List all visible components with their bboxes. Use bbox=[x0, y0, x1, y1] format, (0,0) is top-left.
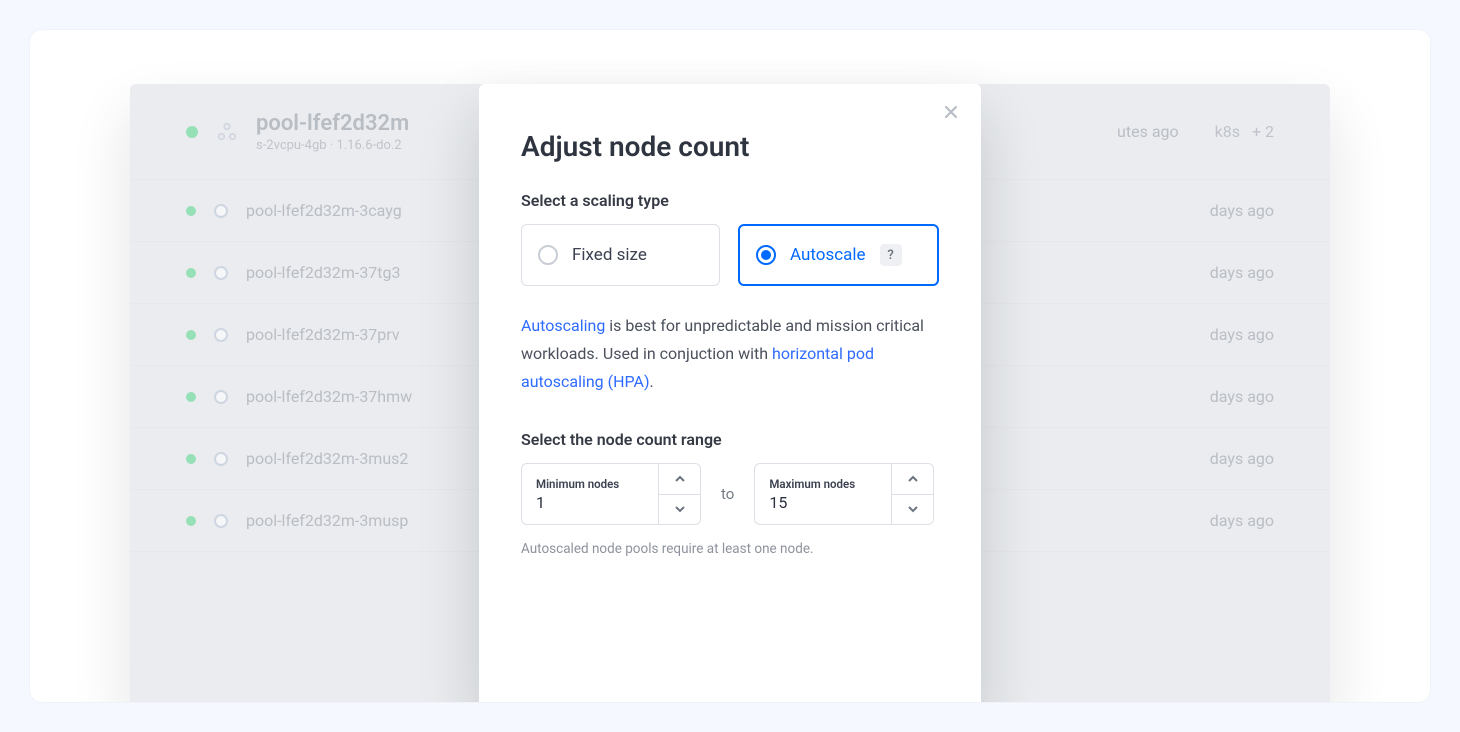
node-icon bbox=[214, 452, 228, 466]
node-name: pool-lfef2d32m-37hmw bbox=[246, 387, 412, 406]
status-dot-icon bbox=[186, 126, 198, 138]
max-nodes-increment[interactable] bbox=[892, 464, 933, 495]
autoscale-option[interactable]: Autoscale ? bbox=[738, 224, 939, 286]
node-range-hint: Autoscaled node pools require at least o… bbox=[521, 541, 939, 557]
range-separator: to bbox=[721, 485, 734, 503]
pool-age: utes ago bbox=[1117, 122, 1179, 141]
radio-icon bbox=[756, 245, 776, 265]
node-icon bbox=[214, 328, 228, 342]
node-age: days ago bbox=[1210, 449, 1274, 468]
node-icon bbox=[214, 266, 228, 280]
max-nodes-value: 15 bbox=[769, 493, 877, 512]
help-icon[interactable]: ? bbox=[880, 244, 902, 266]
node-name: pool-lfef2d32m-37prv bbox=[246, 325, 400, 344]
fixed-size-label: Fixed size bbox=[572, 245, 647, 265]
node-name: pool-lfef2d32m-37tg3 bbox=[246, 263, 401, 282]
pool-icon bbox=[216, 121, 238, 143]
close-icon[interactable] bbox=[941, 102, 961, 122]
min-nodes-decrement[interactable] bbox=[659, 495, 700, 525]
scaling-type-group: Fixed size Autoscale ? bbox=[521, 224, 939, 286]
min-nodes-label: Minimum nodes bbox=[536, 477, 644, 491]
node-icon bbox=[214, 390, 228, 404]
node-count-range-label: Select the node count range bbox=[521, 430, 939, 449]
pool-name: pool-lfef2d32m bbox=[256, 111, 409, 136]
pool-tags: k8s + 2 bbox=[1215, 122, 1274, 141]
status-dot-icon bbox=[186, 454, 196, 464]
status-dot-icon bbox=[186, 392, 196, 402]
node-icon bbox=[214, 514, 228, 528]
scaling-type-label: Select a scaling type bbox=[521, 191, 939, 210]
autoscaling-link[interactable]: Autoscaling bbox=[521, 316, 605, 335]
node-age: days ago bbox=[1210, 325, 1274, 344]
node-age: days ago bbox=[1210, 511, 1274, 530]
node-name: pool-lfef2d32m-3mus2 bbox=[246, 449, 408, 468]
status-dot-icon bbox=[186, 206, 196, 216]
min-nodes-increment[interactable] bbox=[659, 464, 700, 495]
minimum-nodes-stepper[interactable]: Minimum nodes 1 bbox=[521, 463, 701, 525]
modal-title: Adjust node count bbox=[521, 130, 939, 163]
status-dot-icon bbox=[186, 330, 196, 340]
node-icon bbox=[214, 204, 228, 218]
fixed-size-option[interactable]: Fixed size bbox=[521, 224, 720, 286]
autoscale-label: Autoscale bbox=[790, 245, 866, 265]
node-age: days ago bbox=[1210, 387, 1274, 406]
radio-icon bbox=[538, 245, 558, 265]
maximum-nodes-stepper[interactable]: Maximum nodes 15 bbox=[754, 463, 934, 525]
node-name: pool-lfef2d32m-3cayg bbox=[246, 201, 402, 220]
min-nodes-value: 1 bbox=[536, 493, 644, 512]
status-dot-icon bbox=[186, 516, 196, 526]
pool-spec: s-2vcpu-4gb · 1.16.6-do.2 bbox=[256, 138, 409, 153]
status-dot-icon bbox=[186, 268, 196, 278]
adjust-node-count-modal: Adjust node count Select a scaling type … bbox=[479, 84, 981, 702]
max-nodes-decrement[interactable] bbox=[892, 495, 933, 525]
node-age: days ago bbox=[1210, 263, 1274, 282]
max-nodes-label: Maximum nodes bbox=[769, 477, 877, 491]
autoscale-description: Autoscaling is best for unpredictable an… bbox=[521, 312, 939, 396]
node-name: pool-lfef2d32m-3musp bbox=[246, 511, 408, 530]
node-age: days ago bbox=[1210, 201, 1274, 220]
